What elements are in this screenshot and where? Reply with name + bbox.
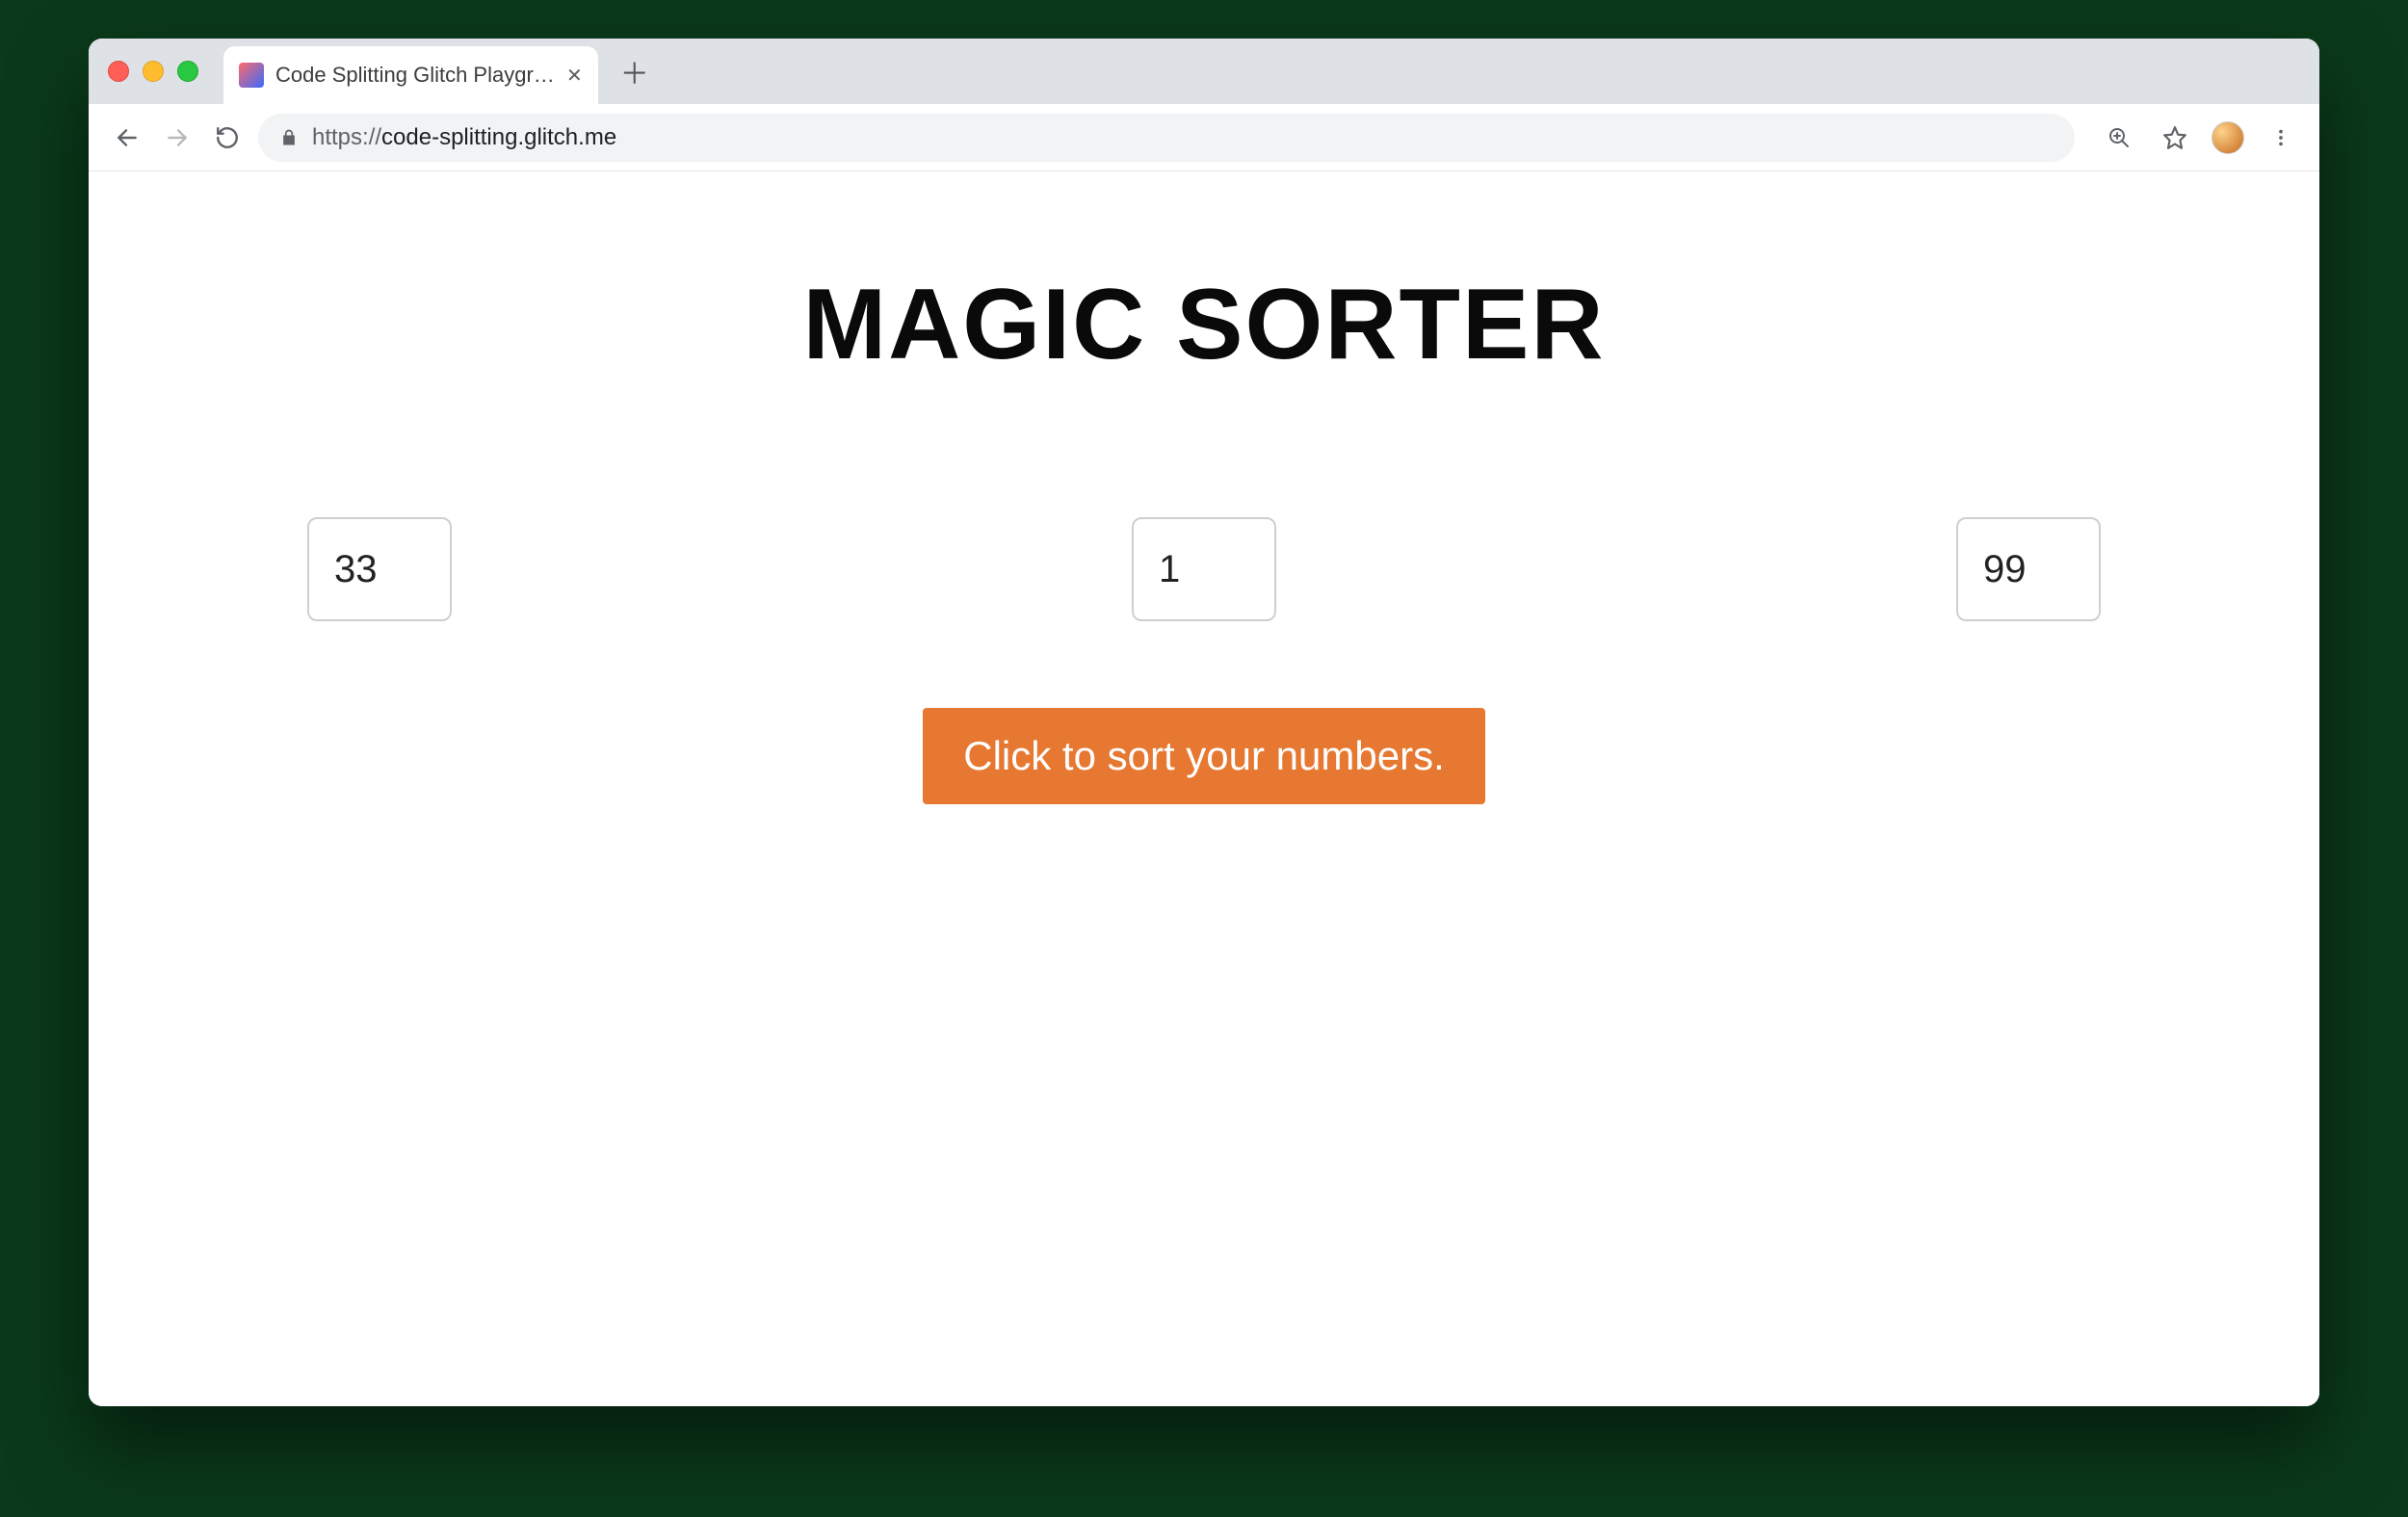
sort-button[interactable]: Click to sort your numbers. [923,708,1485,804]
profile-avatar[interactable] [2212,121,2244,154]
menu-button[interactable] [2262,118,2300,157]
url-scheme: https:// [312,124,381,150]
reload-icon [215,125,240,150]
bookmark-button[interactable] [2156,118,2194,157]
url-host: code-splitting.glitch.me [381,124,616,150]
toolbar: https://code-splitting.glitch.me [89,104,2319,171]
kebab-menu-icon [2270,127,2291,148]
number-input-2[interactable] [1132,517,1276,621]
zoom-indicator-button[interactable] [2100,118,2138,157]
forward-button[interactable] [158,118,196,157]
window-controls [108,61,198,82]
new-tab-button[interactable]: ＋ [614,50,656,92]
arrow-right-icon [165,125,190,150]
number-input-1[interactable] [307,517,452,621]
number-inputs-row [307,517,2101,621]
window-close-button[interactable] [108,61,129,82]
toolbar-right [2100,118,2300,157]
arrow-left-icon [115,125,140,150]
tab-close-icon[interactable]: ✕ [566,64,583,88]
star-icon [2162,125,2187,150]
address-bar[interactable]: https://code-splitting.glitch.me [258,114,2075,162]
zoom-icon [2107,126,2131,149]
number-input-3[interactable] [1956,517,2101,621]
window-zoom-button[interactable] [177,61,198,82]
page-title: MAGIC SORTER [89,268,2319,382]
active-tab[interactable]: Code Splitting Glitch Playgroun ✕ [223,46,598,104]
page-content: MAGIC SORTER Click to sort your numbers. [89,171,2319,1406]
reload-button[interactable] [208,118,247,157]
tab-strip: Code Splitting Glitch Playgroun ✕ ＋ [89,39,2319,104]
url-text: https://code-splitting.glitch.me [312,124,616,151]
favicon-icon [239,63,264,88]
lock-icon [279,128,299,147]
window-minimize-button[interactable] [143,61,164,82]
browser-window: Code Splitting Glitch Playgroun ✕ ＋ http… [89,39,2319,1406]
back-button[interactable] [108,118,146,157]
tab-title: Code Splitting Glitch Playgroun [275,63,555,88]
